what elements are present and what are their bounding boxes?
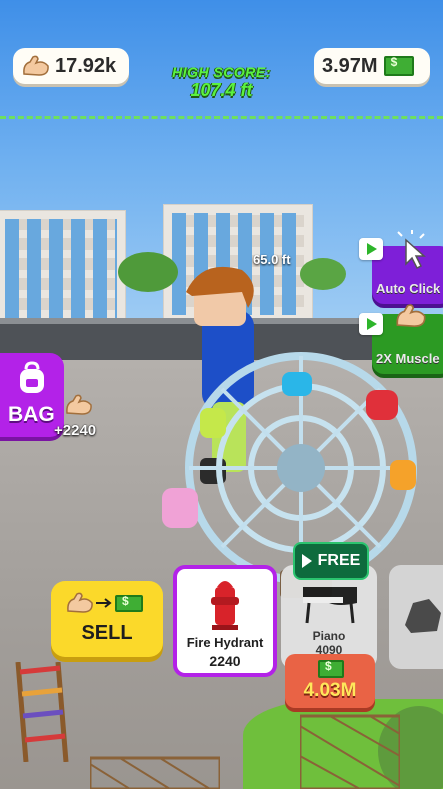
cursor-click-icon <box>392 230 432 275</box>
sell-label: SELL <box>81 622 133 644</box>
cash-icon <box>318 659 344 678</box>
play-ad-icon <box>301 554 312 568</box>
item-count: 2240 <box>209 653 241 669</box>
free-label: FREE <box>317 552 361 569</box>
high-score-label: HIGH SCORE: <box>172 64 271 80</box>
buy-piano-button[interactable]: 4.03M <box>285 654 375 708</box>
price-label: 4.03M <box>303 680 357 701</box>
cash-value: 3.97M <box>322 54 378 77</box>
piano-icon <box>299 581 361 630</box>
current-height: 65.0 ft <box>253 252 291 267</box>
play-ad-icon[interactable] <box>359 238 383 260</box>
backpack-icon <box>16 361 48 400</box>
sell-button[interactable]: SELL <box>51 581 163 657</box>
muscle-to-cash-icon <box>65 591 143 615</box>
ferris-gondola <box>162 488 198 528</box>
locked-item-silhouette-icon <box>401 595 443 640</box>
item-name: Fire Hydrant <box>186 635 264 650</box>
fence <box>300 714 400 789</box>
bag-label: BAG <box>8 403 55 426</box>
play-ad-icon[interactable] <box>359 313 383 335</box>
item-card-locked[interactable] <box>389 565 443 669</box>
cash-icon <box>115 594 143 612</box>
muscle-counter: 17.92k <box>13 48 129 84</box>
auto-click-label: Auto Click <box>376 281 441 296</box>
muscle-boost-label: 2X Muscle <box>376 351 440 366</box>
tree <box>118 252 178 292</box>
fire-hydrant-icon <box>209 573 241 636</box>
flexed-arm-icon <box>64 392 94 423</box>
muscle-gain: +2240 <box>54 422 97 439</box>
fence-left <box>90 756 220 789</box>
high-score-value: 107.4 ft <box>190 80 253 100</box>
muscle-value: 17.92k <box>55 54 117 77</box>
flexed-arm-icon <box>21 54 51 78</box>
item-card-fire-hydrant[interactable]: Fire Hydrant 2240 <box>173 565 277 677</box>
building-left <box>0 210 126 327</box>
cash-icon <box>383 55 414 76</box>
high-score: HIGH SCORE: 107.4 ft <box>150 64 293 101</box>
item-name: Piano <box>312 629 346 643</box>
ladder <box>15 662 69 762</box>
tree <box>300 258 346 290</box>
high-score-line <box>0 116 443 119</box>
free-ad-button[interactable]: FREE <box>293 542 369 580</box>
flexed-arm-icon <box>394 302 428 335</box>
cash-counter: 3.97M <box>314 48 430 84</box>
